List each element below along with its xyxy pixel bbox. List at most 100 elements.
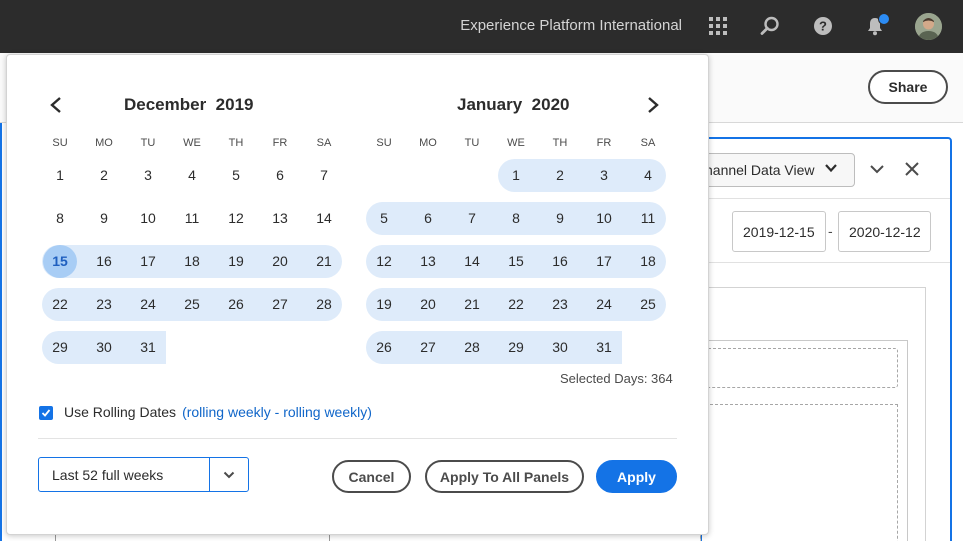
calendar-day[interactable]: 24 [582,288,626,321]
apply-to-all-panels-button[interactable]: Apply To All Panels [425,460,584,493]
cancel-button[interactable]: Cancel [332,460,411,493]
calendar-day[interactable]: 3 [582,159,626,192]
apps-grid-icon[interactable] [706,14,730,38]
calendar-day[interactable]: 2 [82,159,126,192]
calendar-day[interactable]: 5 [362,202,406,235]
next-month-button[interactable] [643,95,663,115]
calendar-day[interactable]: 29 [494,331,538,364]
chevron-down-icon[interactable] [824,161,838,180]
search-icon[interactable] [758,14,782,38]
calendar-day[interactable]: 22 [494,288,538,321]
calendar-week: 5 6 7 8 9 10 11 [362,197,670,240]
calendar-day[interactable]: 14 [450,245,494,278]
calendar-day[interactable]: 31 [126,331,170,364]
calendar-day[interactable]: 30 [82,331,126,364]
calendar-day[interactable]: 4 [626,159,670,192]
calendar-empty-cell [406,159,450,192]
calendar-day[interactable]: 11 [170,202,214,235]
calendar-day[interactable]: 26 [362,331,406,364]
calendar-day[interactable]: 7 [302,159,346,192]
calendar-day[interactable]: 19 [362,288,406,321]
calendar-day[interactable]: 17 [126,245,170,278]
calendar-day[interactable]: 5 [214,159,258,192]
calendar-day[interactable]: 7 [450,202,494,235]
calendar-day[interactable]: 4 [170,159,214,192]
calendar-day[interactable]: 12 [362,245,406,278]
calendar-day[interactable]: 12 [214,202,258,235]
calendar-day[interactable]: 1 [494,159,538,192]
calendar-day[interactable]: 21 [450,288,494,321]
calendar-day[interactable]: 9 [82,202,126,235]
calendar-day[interactable]: 18 [170,245,214,278]
calendar-day[interactable]: 18 [626,245,670,278]
user-avatar[interactable] [915,13,942,40]
rolling-dates-checkbox[interactable] [39,406,53,420]
weekday-label: TH [552,137,568,149]
calendar-day[interactable]: 8 [38,202,82,235]
calendar-day[interactable]: 1 [38,159,82,192]
drop-zone[interactable] [700,348,898,388]
rolling-dates-link[interactable]: (rolling weekly - rolling weekly) [182,404,372,420]
calendar-week: 1 2 3 4 5 6 7 [38,154,346,197]
calendar-day[interactable]: 24 [126,288,170,321]
day-number: 1 [56,167,64,183]
prev-month-button[interactable] [46,95,66,115]
calendar-grid-january: SU MO TU WE TH FR SA 1 2 3 4 5 6 7 8 9 10 11 12 13 14 15 16 17 1… [362,132,670,369]
calendar-day[interactable]: 10 [582,202,626,235]
calendar-day[interactable]: 15 [494,245,538,278]
calendar-day[interactable]: 25 [170,288,214,321]
date-preset-combobox[interactable]: Last 52 full weeks [38,457,249,492]
calendar-day[interactable]: 23 [538,288,582,321]
day-number: 14 [316,210,332,226]
calendar-day[interactable]: 30 [538,331,582,364]
calendar-day[interactable]: 14 [302,202,346,235]
calendar-day[interactable]: 25 [626,288,670,321]
calendar-day[interactable]: 6 [258,159,302,192]
calendar-day[interactable]: 22 [38,288,82,321]
help-icon[interactable]: ? [811,14,835,38]
calendar-day[interactable]: 6 [406,202,450,235]
weekday-label: SU [52,137,68,149]
calendar-day[interactable]: 16 [82,245,126,278]
calendar-day[interactable]: 27 [258,288,302,321]
calendar-day[interactable]: 31 [582,331,626,364]
org-name[interactable]: Experience Platform International [460,17,682,34]
calendar-day[interactable]: 9 [538,202,582,235]
day-number: 11 [184,210,200,226]
calendar-day[interactable]: 20 [258,245,302,278]
start-date-field[interactable]: 2019-12-15 [732,211,826,252]
calendar-day[interactable]: 16 [538,245,582,278]
calendar-day[interactable]: 23 [82,288,126,321]
range-start-day[interactable]: 15 [38,245,82,278]
close-panel-icon[interactable] [903,160,921,183]
calendar-day[interactable]: 20 [406,288,450,321]
calendar-day[interactable]: 13 [406,245,450,278]
calendar-day[interactable]: 29 [38,331,82,364]
preset-dropdown-button[interactable] [209,458,248,491]
calendar-day[interactable]: 21 [302,245,346,278]
date-preset-value[interactable]: Last 52 full weeks [52,467,163,483]
calendar-day[interactable]: 27 [406,331,450,364]
share-button[interactable]: Share [868,70,948,104]
calendar-day[interactable]: 3 [126,159,170,192]
calendar-day[interactable]: 11 [626,202,670,235]
calendar-day[interactable]: 8 [494,202,538,235]
calendar-day[interactable]: 28 [450,331,494,364]
day-number: 29 [52,339,68,355]
calendar-day[interactable]: 19 [214,245,258,278]
calendar-day[interactable]: 10 [126,202,170,235]
end-date-field[interactable]: 2020-12-12 [838,211,931,252]
calendar-day[interactable]: 28 [302,288,346,321]
calendar-week: 1 2 3 4 [362,154,670,197]
calendar-day[interactable]: 2 [538,159,582,192]
calendar-day[interactable]: 13 [258,202,302,235]
calendar-day[interactable]: 17 [582,245,626,278]
calendar-day[interactable]: 26 [214,288,258,321]
collapse-panel-icon[interactable] [868,160,886,183]
day-number: 30 [96,339,112,355]
day-number: 27 [272,296,288,312]
drop-zone[interactable] [700,404,898,541]
rolling-dates-label: Use Rolling Dates [64,404,177,420]
calendar-grid-december: SU MO TU WE TH FR SA 1 2 3 4 5 6 7 8 9 10 11 12 13 14 15 16 17 1… [38,132,346,369]
apply-button[interactable]: Apply [596,460,677,493]
